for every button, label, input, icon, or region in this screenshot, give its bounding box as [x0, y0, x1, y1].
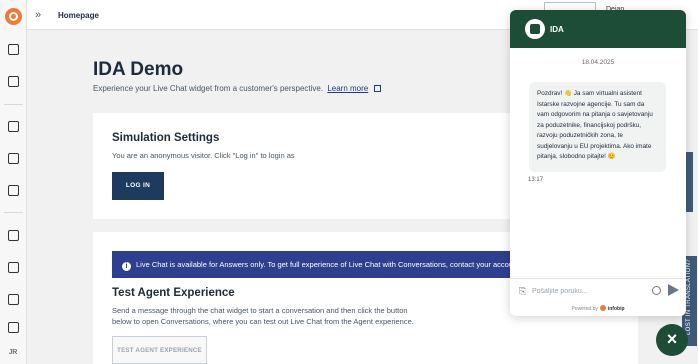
chat-message-input[interactable] — [532, 284, 647, 298]
avatar[interactable]: JR — [4, 346, 22, 360]
lost-tab-label: LOST IN TRANSLATION? — [686, 259, 692, 335]
page-title: IDA Demo — [93, 59, 184, 80]
login-button[interactable]: LOG IN — [112, 172, 164, 200]
bot-avatar-icon — [525, 19, 545, 39]
external-link-icon[interactable] — [374, 85, 382, 92]
powered-by-text: Powered by — [571, 306, 598, 312]
grid-icon[interactable] — [8, 44, 19, 55]
simulation-settings-card: Simulation Settings You are an anonymous… — [93, 113, 523, 219]
send-icon[interactable] — [668, 284, 679, 296]
chat-message-bubble: Pozdrav! 👋 Ja sam virtualni asistent Ist… — [529, 82, 666, 172]
settings-icon[interactable] — [8, 185, 19, 196]
agent-heading: Test Agent Experience — [112, 287, 235, 299]
simulation-heading: Simulation Settings — [112, 132, 220, 144]
simulation-text: You are an anonymous visitor. Click "Log… — [112, 151, 295, 160]
test-agent-experience-button[interactable]: TEST AGENT EXPERIENCE — [112, 336, 207, 364]
info-icon: i — [122, 262, 131, 271]
chat-header: IDA — [510, 10, 686, 48]
chat-input-bar: ⎘ — [510, 278, 686, 302]
banner-text: Live Chat is available for Answers only.… — [136, 260, 518, 269]
breadcrumb: Homepage — [58, 11, 99, 20]
brand-name: infobip — [607, 306, 625, 312]
infobip-logo-icon — [599, 305, 606, 311]
chat-widget: IDA 18.04.2025 Pozdrav! 👋 Ja sam virtual… — [510, 10, 686, 316]
powered-by-footer: Powered by infobip — [510, 302, 686, 316]
info-banner: i Live Chat is available for Answers only… — [112, 251, 518, 278]
bell-icon[interactable] — [8, 322, 19, 333]
page-subtitle: Experience your Live Chat widget from a … — [93, 84, 382, 93]
apps-icon[interactable] — [8, 294, 19, 305]
expand-sidebar-icon[interactable]: » — [35, 9, 41, 21]
inbox-icon[interactable] — [8, 76, 19, 87]
analytics-icon[interactable] — [8, 230, 19, 241]
rail-divider — [4, 104, 23, 105]
side-feedback-tab[interactable] — [686, 152, 693, 212]
learn-more-link[interactable]: Learn more — [327, 84, 368, 93]
agent-text: Send a message through the chat widget t… — [112, 306, 414, 326]
infobip-logo-icon[interactable] — [5, 8, 22, 25]
chat-message-time: 13:17 — [528, 177, 544, 183]
emoji-icon[interactable] — [652, 286, 661, 295]
close-chat-button[interactable]: × — [656, 324, 688, 356]
chat-agent-name: IDA — [550, 25, 564, 34]
subtitle-text: Experience your Live Chat widget from a … — [93, 84, 324, 93]
chat-date: 18.04.2025 — [581, 59, 615, 66]
rail-divider — [4, 212, 23, 213]
bot-icon[interactable] — [8, 153, 19, 164]
left-rail: JR — [0, 0, 27, 364]
megaphone-icon[interactable] — [8, 121, 19, 132]
attachment-icon[interactable]: ⎘ — [519, 286, 526, 297]
people-icon[interactable] — [8, 262, 19, 273]
